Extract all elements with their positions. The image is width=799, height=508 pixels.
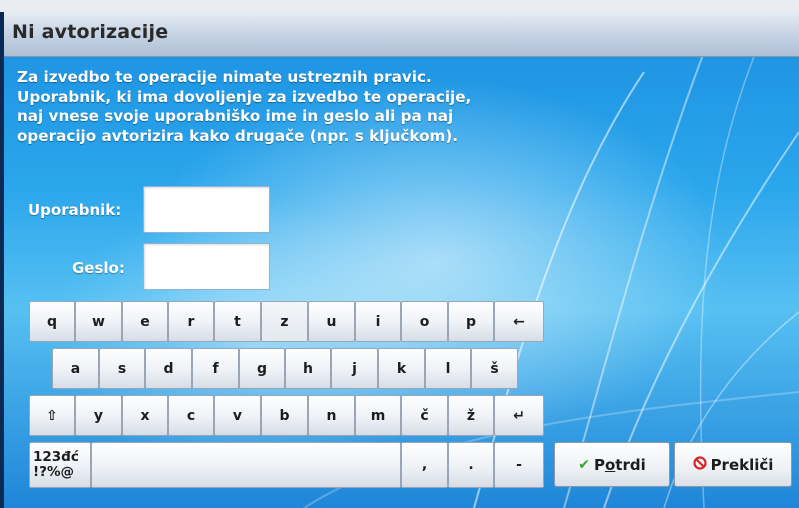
dialog-title: Ni avtorizacije xyxy=(12,21,169,43)
key-comma[interactable]: , xyxy=(401,442,448,488)
cancel-button[interactable]: Prekliči xyxy=(674,442,792,487)
key-w[interactable]: w xyxy=(75,301,122,342)
key-s-caron[interactable]: š xyxy=(471,348,518,389)
key-symbols[interactable]: 123đć !?%@ xyxy=(29,442,91,488)
confirm-label: Potrdi xyxy=(593,455,646,474)
key-shift[interactable]: ⇧ xyxy=(29,395,75,436)
key-n[interactable]: n xyxy=(308,395,355,436)
key-enter[interactable]: ↵ xyxy=(494,395,544,436)
background-strip xyxy=(0,0,799,12)
key-q[interactable]: q xyxy=(29,301,75,342)
confirm-button[interactable]: ✔ Potrdi xyxy=(554,442,670,487)
key-j[interactable]: j xyxy=(331,348,378,389)
title-bar: Ni avtorizacije xyxy=(4,12,799,57)
permission-message: Za izvedbo te operacije nimate ustreznih… xyxy=(17,68,472,145)
key-dash[interactable]: - xyxy=(494,442,544,488)
username-field[interactable] xyxy=(143,186,270,233)
key-r[interactable]: r xyxy=(168,301,214,342)
key-d[interactable]: d xyxy=(145,348,192,389)
key-u[interactable]: u xyxy=(308,301,355,342)
key-h[interactable]: h xyxy=(285,348,331,389)
key-symbols-line1: 123đć xyxy=(33,449,79,465)
key-a[interactable]: a xyxy=(52,348,99,389)
key-g[interactable]: g xyxy=(239,348,285,389)
authorization-dialog: Ni avtorizacije Za izvedbo te operacije … xyxy=(4,12,799,508)
key-c-caron[interactable]: č xyxy=(401,395,448,436)
key-s[interactable]: s xyxy=(99,348,145,389)
key-i[interactable]: i xyxy=(355,301,401,342)
key-backspace[interactable]: ← xyxy=(494,301,544,342)
key-t[interactable]: t xyxy=(214,301,261,342)
password-label: Geslo: xyxy=(72,259,125,277)
key-v[interactable]: v xyxy=(214,395,261,436)
key-space[interactable] xyxy=(91,442,401,488)
key-symbols-line2: !?%@ xyxy=(33,464,75,480)
checkmark-icon: ✔ xyxy=(578,456,590,473)
key-x[interactable]: x xyxy=(122,395,168,436)
key-c[interactable]: c xyxy=(168,395,214,436)
key-f[interactable]: f xyxy=(192,348,239,389)
cancel-label: Prekliči xyxy=(710,455,774,474)
key-k[interactable]: k xyxy=(378,348,425,389)
key-m[interactable]: m xyxy=(355,395,401,436)
screen: Ni avtorizacije Za izvedbo te operacije … xyxy=(0,0,799,508)
key-z[interactable]: z xyxy=(261,301,308,342)
password-field[interactable] xyxy=(143,243,270,290)
username-label: Uporabnik: xyxy=(28,201,122,219)
key-l[interactable]: l xyxy=(425,348,471,389)
key-o[interactable]: o xyxy=(401,301,448,342)
key-p[interactable]: p xyxy=(448,301,494,342)
key-period[interactable]: . xyxy=(448,442,494,488)
no-entry-icon xyxy=(692,456,707,473)
key-z-caron[interactable]: ž xyxy=(448,395,494,436)
key-y[interactable]: y xyxy=(75,395,122,436)
key-e[interactable]: e xyxy=(122,301,168,342)
key-b[interactable]: b xyxy=(261,395,308,436)
